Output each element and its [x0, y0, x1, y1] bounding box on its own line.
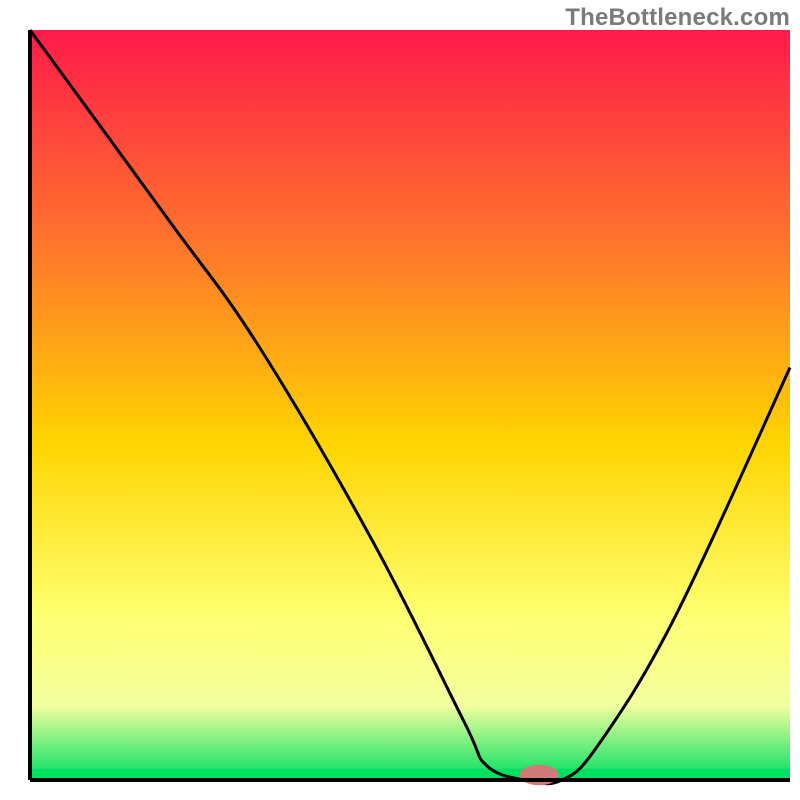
chart-svg: [0, 0, 800, 800]
plot-background: [30, 30, 790, 780]
bottleneck-chart: TheBottleneck.com: [0, 0, 800, 800]
watermark-text: TheBottleneck.com: [565, 4, 790, 32]
